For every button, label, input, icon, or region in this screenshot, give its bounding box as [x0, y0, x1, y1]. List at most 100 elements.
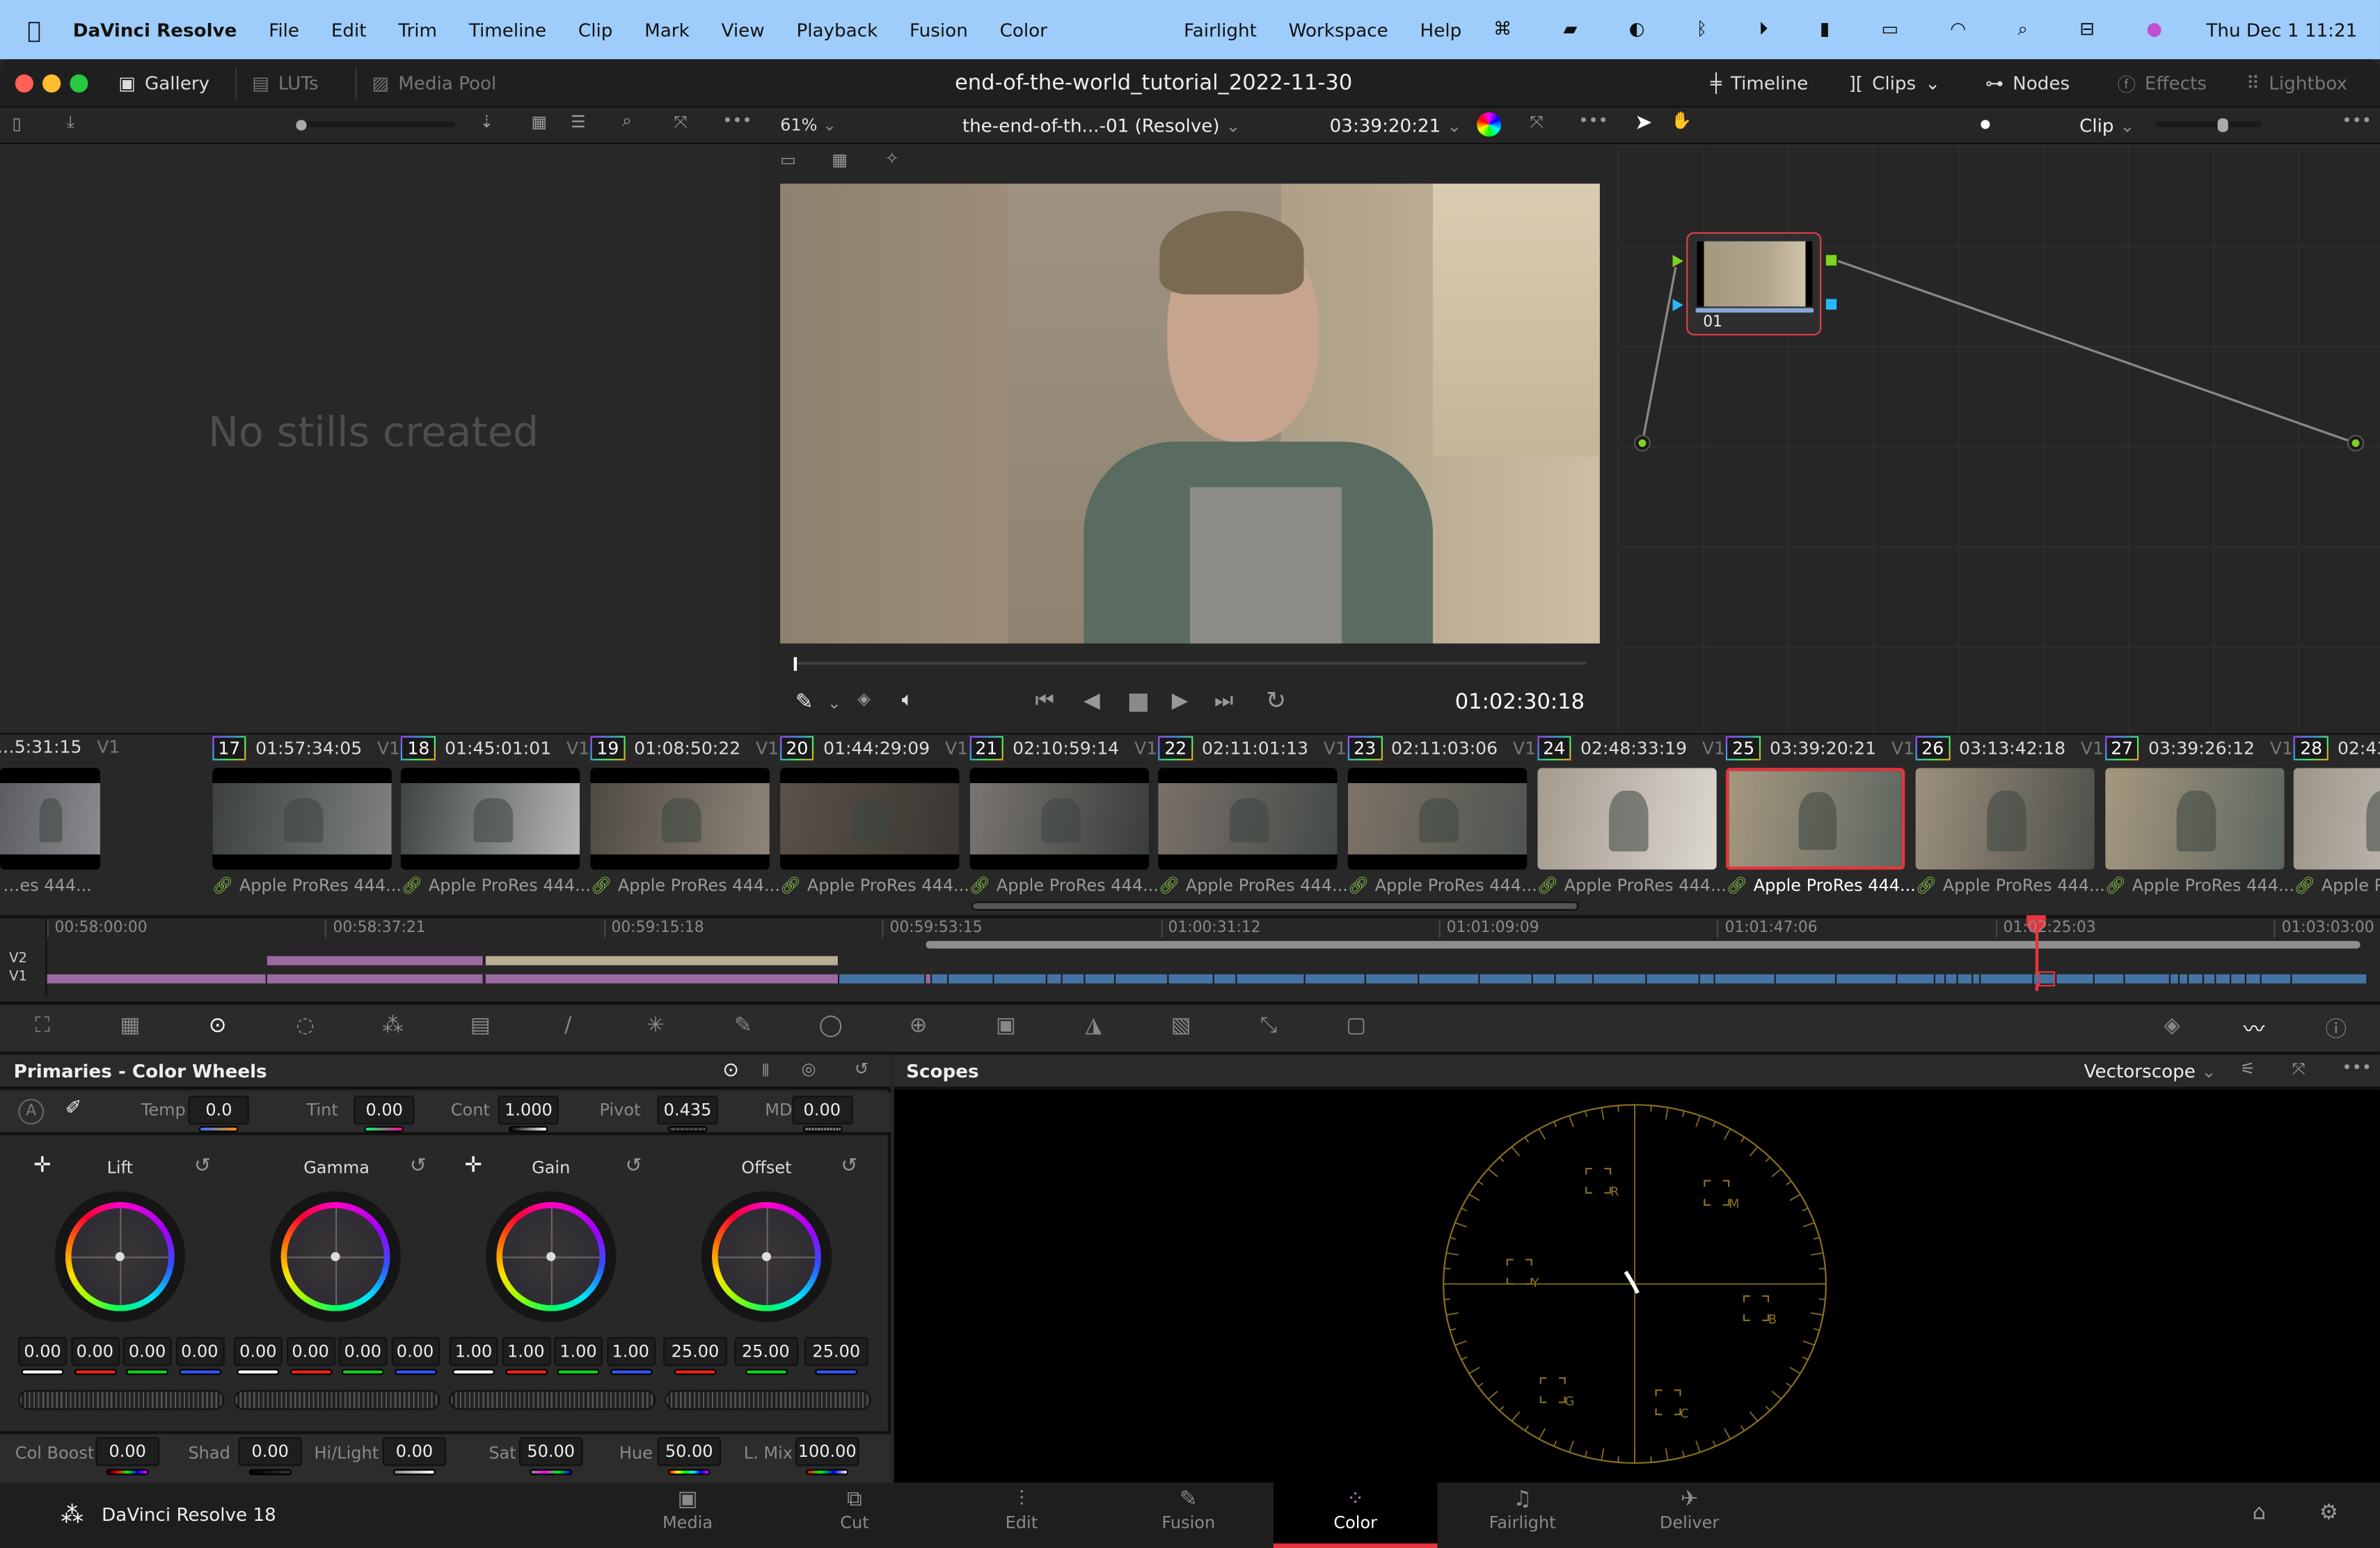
tab-lightbox[interactable]: ⠿ Lightbox — [2246, 59, 2347, 108]
track-clip-v1[interactable] — [2231, 974, 2247, 984]
clip-thumbnail-25[interactable] — [1726, 768, 1905, 870]
siri-icon[interactable]: ● — [2146, 18, 2162, 41]
track-clip-v1[interactable] — [1168, 974, 1214, 984]
page-dot-active[interactable] — [1981, 120, 1990, 129]
rgb-input-icon[interactable] — [1672, 255, 1683, 267]
stop-icon[interactable] — [1129, 693, 1148, 712]
display-icon[interactable]: ◐ — [1629, 18, 1645, 41]
wheel-value-lift[interactable]: 0.00 — [122, 1336, 172, 1366]
skip-end-icon[interactable]: ⏭︎ — [1214, 689, 1234, 713]
track-clip-v1[interactable] — [2056, 974, 2095, 984]
wheel-value-gamma[interactable]: 0.00 — [233, 1336, 283, 1366]
wheel-value-gain[interactable]: 1.00 — [501, 1336, 550, 1366]
track-clip-v1[interactable] — [1062, 974, 1086, 984]
single-view-icon[interactable]: ▭ — [780, 150, 796, 170]
clip-thumbnail-24[interactable] — [1537, 768, 1716, 870]
wheel-value-gain[interactable]: 1.00 — [449, 1336, 498, 1366]
wheel-value-offset[interactable]: 25.00 — [804, 1336, 868, 1366]
color-wheels-icon[interactable]: ⊙ — [200, 1014, 236, 1045]
clip-thumbnail-26[interactable] — [1915, 768, 2095, 870]
bottom-param-field[interactable]: 0.00 — [238, 1437, 303, 1467]
track-clip-v1[interactable] — [2203, 974, 2216, 984]
curves-icon[interactable]: ∕ — [550, 1014, 586, 1045]
bottom-param-field[interactable]: 50.00 — [518, 1437, 583, 1467]
color-wheel-offset[interactable] — [701, 1191, 832, 1322]
track-clip-v1[interactable] — [932, 974, 949, 984]
wheel-value-lift[interactable]: 0.00 — [18, 1336, 67, 1366]
nav-cut[interactable]: ⧉ Cut — [772, 1483, 937, 1548]
bottom-param-field[interactable]: 50.00 — [657, 1437, 722, 1467]
play-icon[interactable]: ▶ — [1172, 689, 1189, 713]
track-clip-v1[interactable] — [1973, 974, 1981, 984]
tab-timeline[interactable]: ╪ Timeline — [1711, 59, 1808, 108]
track-clip-v1[interactable] — [267, 974, 484, 984]
clip-thumbnail-23[interactable] — [1347, 768, 1527, 870]
more-options-icon[interactable]: ••• — [722, 111, 752, 130]
viewer-image[interactable] — [780, 183, 1600, 644]
track-clip-v1[interactable] — [47, 974, 267, 984]
search-icon[interactable]: ⌕ — [2017, 18, 2028, 41]
minimize-window-button[interactable] — [42, 74, 61, 93]
hand-icon[interactable]: ✋ — [1671, 111, 1692, 130]
settings-gear-icon[interactable]: ⚙ — [2319, 1501, 2338, 1525]
eyedropper-icon[interactable]: ✎ — [795, 690, 814, 715]
bluetooth-icon[interactable]: ᛒ — [1697, 18, 1708, 41]
wheel-master-jog[interactable] — [449, 1390, 656, 1410]
pointer-icon[interactable]: ➤ — [1635, 111, 1653, 135]
track-clip-v1[interactable] — [926, 974, 933, 984]
alpha-output-icon[interactable] — [1825, 299, 1837, 310]
wheel-reset-icon[interactable]: ↺ — [410, 1155, 427, 1178]
expand-icon[interactable]: ⤧ — [2292, 1059, 2305, 1081]
tab-nodes[interactable]: ⊶ Nodes — [1985, 59, 2070, 108]
track-clip-v1[interactable] — [2246, 974, 2262, 984]
scope-settings-icon[interactable]: ⚟ — [2240, 1059, 2255, 1079]
bottom-param-field[interactable]: 0.00 — [382, 1437, 447, 1467]
menu-view[interactable]: View — [722, 19, 765, 40]
key-icon[interactable]: ▧ — [1163, 1014, 1199, 1045]
play-reverse-icon[interactable]: ◀ — [1084, 689, 1100, 713]
track-clip-v1[interactable] — [1365, 974, 1420, 984]
color-warper-icon[interactable]: ✳ — [637, 1014, 674, 1045]
bottom-param-field[interactable]: 100.00 — [795, 1437, 859, 1467]
sidebar-toggle-icon[interactable]: ▯ — [12, 114, 21, 134]
grab-still-icon[interactable]: ⤓ — [67, 112, 74, 134]
track-clip-v1[interactable] — [1594, 974, 1647, 984]
split-view-icon[interactable]: ▦ — [832, 150, 848, 170]
clip-thumbnail-27[interactable] — [2104, 768, 2284, 870]
track-clip-v1[interactable] — [1935, 974, 1946, 984]
color-match-icon[interactable]: ▦ — [112, 1014, 148, 1045]
nav-color[interactable]: ⁘ Color — [1273, 1483, 1438, 1548]
apple-icon[interactable]:  — [27, 16, 41, 43]
magic-wand-icon[interactable]: ✧ — [885, 149, 899, 168]
track-clip-v1[interactable] — [1237, 974, 1306, 984]
param-field-tint[interactable]: 0.00 — [354, 1096, 415, 1125]
track-clip-v1[interactable] — [2180, 974, 2189, 984]
wheel-picker-icon[interactable]: ✛ — [33, 1153, 51, 1178]
alpha-input-icon[interactable] — [1672, 299, 1683, 311]
track-clip-v1[interactable] — [485, 974, 840, 984]
wheel-value-offset[interactable]: 25.00 — [663, 1336, 727, 1366]
qualifier-icon[interactable]: ✎ — [725, 1014, 761, 1045]
command-icon[interactable]: ⌘ — [1493, 18, 1512, 41]
track-clip-v1[interactable] — [1116, 974, 1169, 984]
track-clip-v1[interactable] — [1946, 974, 1958, 984]
list-view-icon[interactable]: ☰ — [571, 112, 586, 132]
nav-fusion[interactable]: ✎ Fusion — [1106, 1483, 1271, 1548]
blur-icon[interactable]: ◮ — [1075, 1014, 1111, 1045]
nav-fairlight[interactable]: ♫ Fairlight — [1441, 1483, 1605, 1548]
timeline-range-bar[interactable] — [926, 940, 2361, 949]
clip-thumbnail-22[interactable] — [1158, 768, 1338, 870]
control-center-icon[interactable]: ⊟ — [2079, 18, 2095, 41]
timeline-dropdown[interactable]: the-end-of-th...-01 (Resolve) ⌄ — [962, 116, 1241, 137]
track-clip-v1[interactable] — [1775, 974, 1837, 984]
home-icon[interactable]: ⌂ — [2253, 1501, 2266, 1525]
track-clip-v2[interactable] — [485, 956, 840, 965]
node-mode-dropdown[interactable]: Clip ⌄ — [2079, 116, 2135, 137]
skip-start-icon[interactable]: ⏮︎ — [1036, 689, 1055, 713]
clip-thumbnail-19[interactable] — [590, 768, 770, 870]
timecode-dropdown[interactable]: 03:39:20:21 ⌄ — [1330, 116, 1462, 137]
bottom-param-field[interactable]: 0.00 — [95, 1437, 160, 1467]
track-clip-v1[interactable] — [1214, 974, 1237, 984]
menu-workspace[interactable]: Workspace — [1289, 19, 1388, 40]
menu-app[interactable]: DaVinci Resolve — [73, 19, 237, 40]
